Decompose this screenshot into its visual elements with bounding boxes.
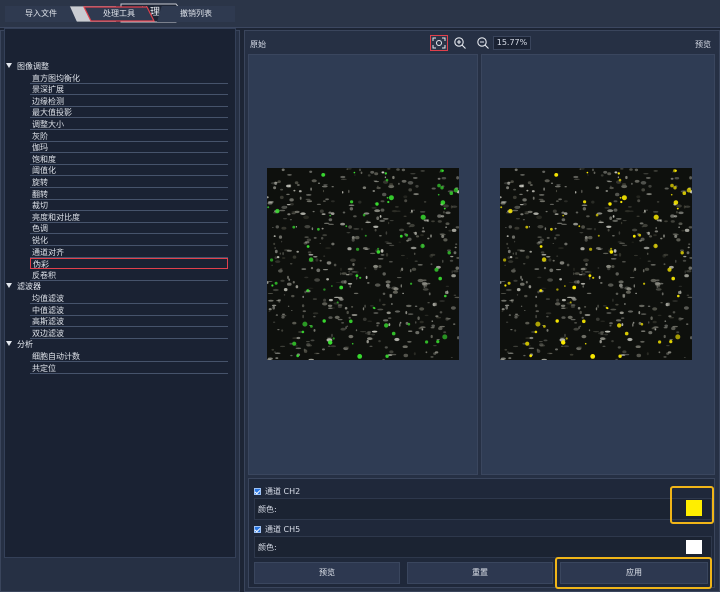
- tree-item[interactable]: 通道对齐: [30, 247, 228, 258]
- tree-item[interactable]: 细胞自动计数: [30, 351, 228, 362]
- channel-ch5-color-row: 颜色:: [254, 536, 712, 558]
- tree-item[interactable]: 高斯滤波: [30, 316, 228, 327]
- color-label: 颜色:: [258, 543, 277, 552]
- preview-label: 预览: [695, 40, 711, 49]
- tree-category-analysis[interactable]: 分析: [6, 339, 33, 350]
- tree-category-filters[interactable]: 滤波器: [6, 281, 41, 292]
- tree-item[interactable]: 灰阶: [30, 131, 228, 142]
- tree-item[interactable]: 均值滤波: [30, 293, 228, 304]
- tab-import-file[interactable]: 导入文件: [5, 6, 77, 22]
- original-image: [267, 168, 459, 360]
- tree-item[interactable]: 调整大小: [30, 119, 228, 130]
- channel-ch2-color-row: 颜色:: [254, 498, 712, 520]
- zoom-in-icon[interactable]: [453, 36, 467, 50]
- tree-item[interactable]: 边缘检测: [30, 96, 228, 107]
- color-label: 颜色:: [258, 505, 277, 514]
- tree-item[interactable]: 最大值投影: [30, 107, 228, 118]
- preview-image: [500, 168, 692, 360]
- tree-item[interactable]: 伪彩: [30, 258, 228, 269]
- channel-ch5-toggle[interactable]: 通道 CH5: [254, 524, 300, 536]
- expand-triangle-icon[interactable]: [6, 341, 12, 346]
- tab-undo-list[interactable]: 撤销列表: [157, 6, 235, 22]
- tree-item[interactable]: 双边滤波: [30, 328, 228, 339]
- tree-item[interactable]: 裁切: [30, 200, 228, 211]
- tree-item[interactable]: 翻转: [30, 189, 228, 200]
- tree-item[interactable]: 阈值化: [30, 165, 228, 176]
- channel-ch5-color-swatch[interactable]: [686, 540, 702, 554]
- channel-ch2-label: 通道 CH2: [265, 487, 301, 496]
- tree-item[interactable]: 旋转: [30, 177, 228, 188]
- expand-triangle-icon[interactable]: [6, 283, 12, 288]
- tab-processing-tools[interactable]: 处理工具: [83, 6, 155, 22]
- expand-triangle-icon[interactable]: [6, 63, 12, 68]
- tree-category-image-adjust[interactable]: 图像调整: [6, 61, 49, 72]
- tree-item[interactable]: 中值滤波: [30, 305, 228, 316]
- channel-ch2-toggle[interactable]: 通道 CH2: [254, 486, 300, 498]
- tree-item[interactable]: 反卷积: [30, 270, 228, 281]
- zoom-out-icon[interactable]: [476, 36, 490, 50]
- tree-category-label: 滤波器: [17, 282, 41, 291]
- zoom-level: 15.77%: [493, 36, 531, 50]
- preview-button[interactable]: 预览: [254, 562, 400, 584]
- tree-item[interactable]: 锐化: [30, 235, 228, 246]
- apply-highlight: [555, 557, 712, 589]
- original-label: 原始: [250, 40, 266, 49]
- tree-item[interactable]: 直方图均衡化: [30, 73, 228, 84]
- tree-item[interactable]: 色调: [30, 223, 228, 234]
- tree-item[interactable]: 伽玛: [30, 142, 228, 153]
- tree-item[interactable]: 共定位: [30, 363, 228, 374]
- channel-ch2-color-swatch[interactable]: [686, 500, 702, 516]
- tree-item[interactable]: 景深扩展: [30, 84, 228, 95]
- reset-button[interactable]: 重置: [407, 562, 553, 584]
- tree-item[interactable]: 亮度和对比度: [30, 212, 228, 223]
- tree-item[interactable]: 饱和度: [30, 154, 228, 165]
- checkbox-checked-icon[interactable]: [254, 526, 261, 533]
- tree-category-label: 图像调整: [17, 62, 49, 71]
- channel-ch5-label: 通道 CH5: [265, 525, 301, 534]
- tree-category-label: 分析: [17, 340, 33, 349]
- checkbox-checked-icon[interactable]: [254, 488, 261, 495]
- fit-screen-icon[interactable]: [430, 35, 448, 51]
